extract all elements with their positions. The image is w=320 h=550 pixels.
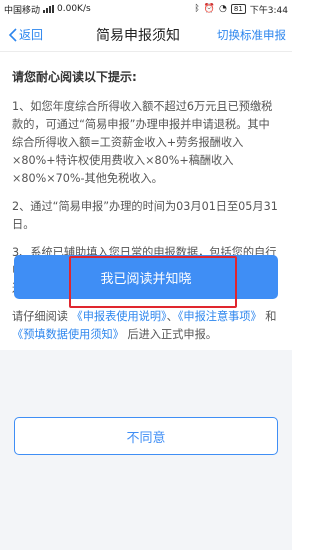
page-title: 简易申报须知	[96, 27, 180, 44]
battery-icon: 81	[230, 4, 246, 14]
network-speed: 0.00K/s	[57, 4, 91, 14]
alarm-icon: ⏰	[203, 4, 215, 14]
carrier-label: 中国移动	[4, 5, 41, 16]
back-button[interactable]: 返回	[0, 26, 70, 43]
guide-text: 请仔细阅读 《申报表使用说明》、《申报注意事项》 和 《预填数据使用须知》 后进…	[12, 308, 280, 344]
agree-button[interactable]: 我已阅读并知晓	[14, 255, 278, 299]
notice-item-1: 1、如您年度综合所得收入额不超过6万元且已预缴税款的，可通过“简易申报”办理申报…	[12, 100, 273, 185]
chevron-left-icon	[8, 27, 17, 42]
notice-content: 请您耐心阅读以下提示: 1、如您年度综合所得收入额不超过6万元且已预缴税款的，可…	[0, 52, 292, 350]
guide-suffix: 后进入正式申报。	[127, 328, 217, 341]
signal-icon	[43, 5, 55, 13]
guide-sep1: 、	[166, 310, 178, 323]
switch-standard-button[interactable]: 切换标准申报	[206, 27, 292, 43]
disagree-button[interactable]: 不同意	[14, 417, 278, 455]
link-filing-notes[interactable]: 《申报注意事项》	[178, 310, 262, 323]
back-label: 返回	[19, 28, 44, 42]
wifi-icon: ◔	[219, 4, 227, 14]
status-bar: 中国移动 0.00K/s ᛒ ⏰ ◔ 81 下午3:44	[0, 0, 292, 18]
bluetooth-icon: ᛒ	[194, 4, 200, 14]
guide-prefix: 请仔细阅读	[12, 310, 68, 323]
guide-sep2: 和	[265, 310, 277, 323]
notice-heading: 请您耐心阅读以下提示:	[12, 70, 137, 84]
nav-bar: 返回 简易申报须知 切换标准申报	[0, 18, 292, 52]
clock: 下午3:44	[249, 5, 288, 16]
link-form-instructions[interactable]: 《申报表使用说明》	[72, 310, 167, 323]
link-prefill-notes[interactable]: 《预填数据使用须知》	[12, 328, 124, 341]
notice-item-2: 2、通过“简易申报”办理的时间为03月01日至05月31日。	[12, 200, 278, 231]
